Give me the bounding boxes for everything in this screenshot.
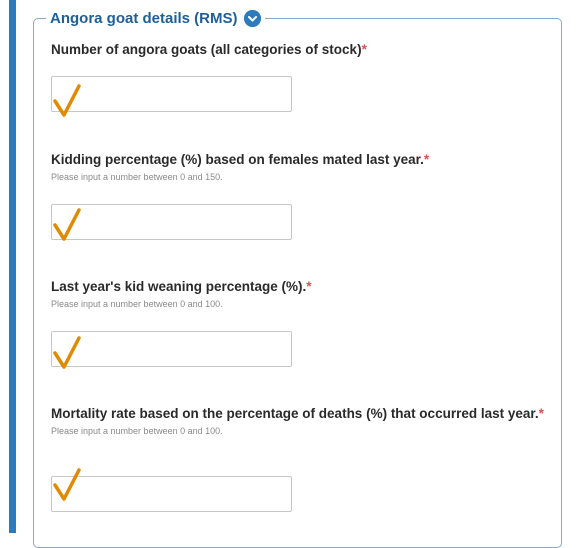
question-mortality-rate: Mortality rate based on the percentage o… [51,404,546,437]
goat-count-input-box[interactable] [51,76,292,112]
question-hint: Please input a number between 0 and 100. [51,299,223,309]
mortality-rate-input-box[interactable] [51,476,292,512]
section-title: Angora goat details (RMS) [50,9,238,27]
question-goat-count: Number of angora goats (all categories o… [51,40,551,59]
question-label: Number of angora goats (all categories o… [51,42,362,57]
question-label: Kidding percentage (%) based on females … [51,152,424,167]
section-legend: Angora goat details (RMS) [46,7,265,29]
goat-count-input[interactable] [52,77,291,111]
minus-circle-icon[interactable] [243,9,261,27]
required-marker: * [423,152,430,167]
required-marker: * [538,406,544,421]
weaning-percentage-input[interactable] [52,332,291,366]
question-kidding-percentage: Kidding percentage (%) based on females … [51,150,551,183]
weaning-percentage-input-box[interactable] [51,331,292,367]
kidding-percentage-input[interactable] [52,205,291,239]
question-label: Mortality rate based on the percentage o… [51,406,539,421]
question-weaning-percentage: Last year's kid weaning percentage (%).*… [51,277,551,310]
required-marker: * [361,42,367,57]
question-hint: Please input a number between 0 and 100. [51,426,223,436]
mortality-rate-input[interactable] [52,477,291,511]
required-marker: * [306,279,312,294]
kidding-percentage-input-box[interactable] [51,204,292,240]
left-accent-bar [9,0,16,533]
question-label: Last year's kid weaning percentage (%). [51,279,307,294]
question-hint: Please input a number between 0 and 150. [51,172,223,182]
